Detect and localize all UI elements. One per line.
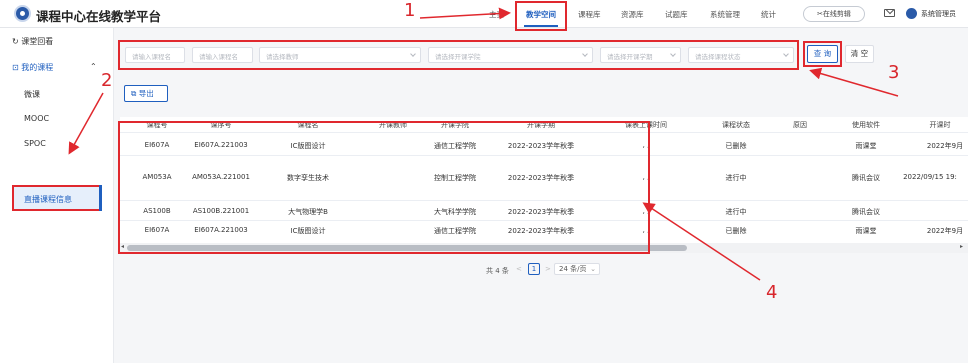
annotation-arrows — [68, 7, 899, 281]
arrow-2 — [68, 92, 104, 155]
arrow-3 — [809, 67, 899, 97]
arrow-4 — [642, 202, 761, 281]
arrow-1 — [419, 7, 511, 20]
